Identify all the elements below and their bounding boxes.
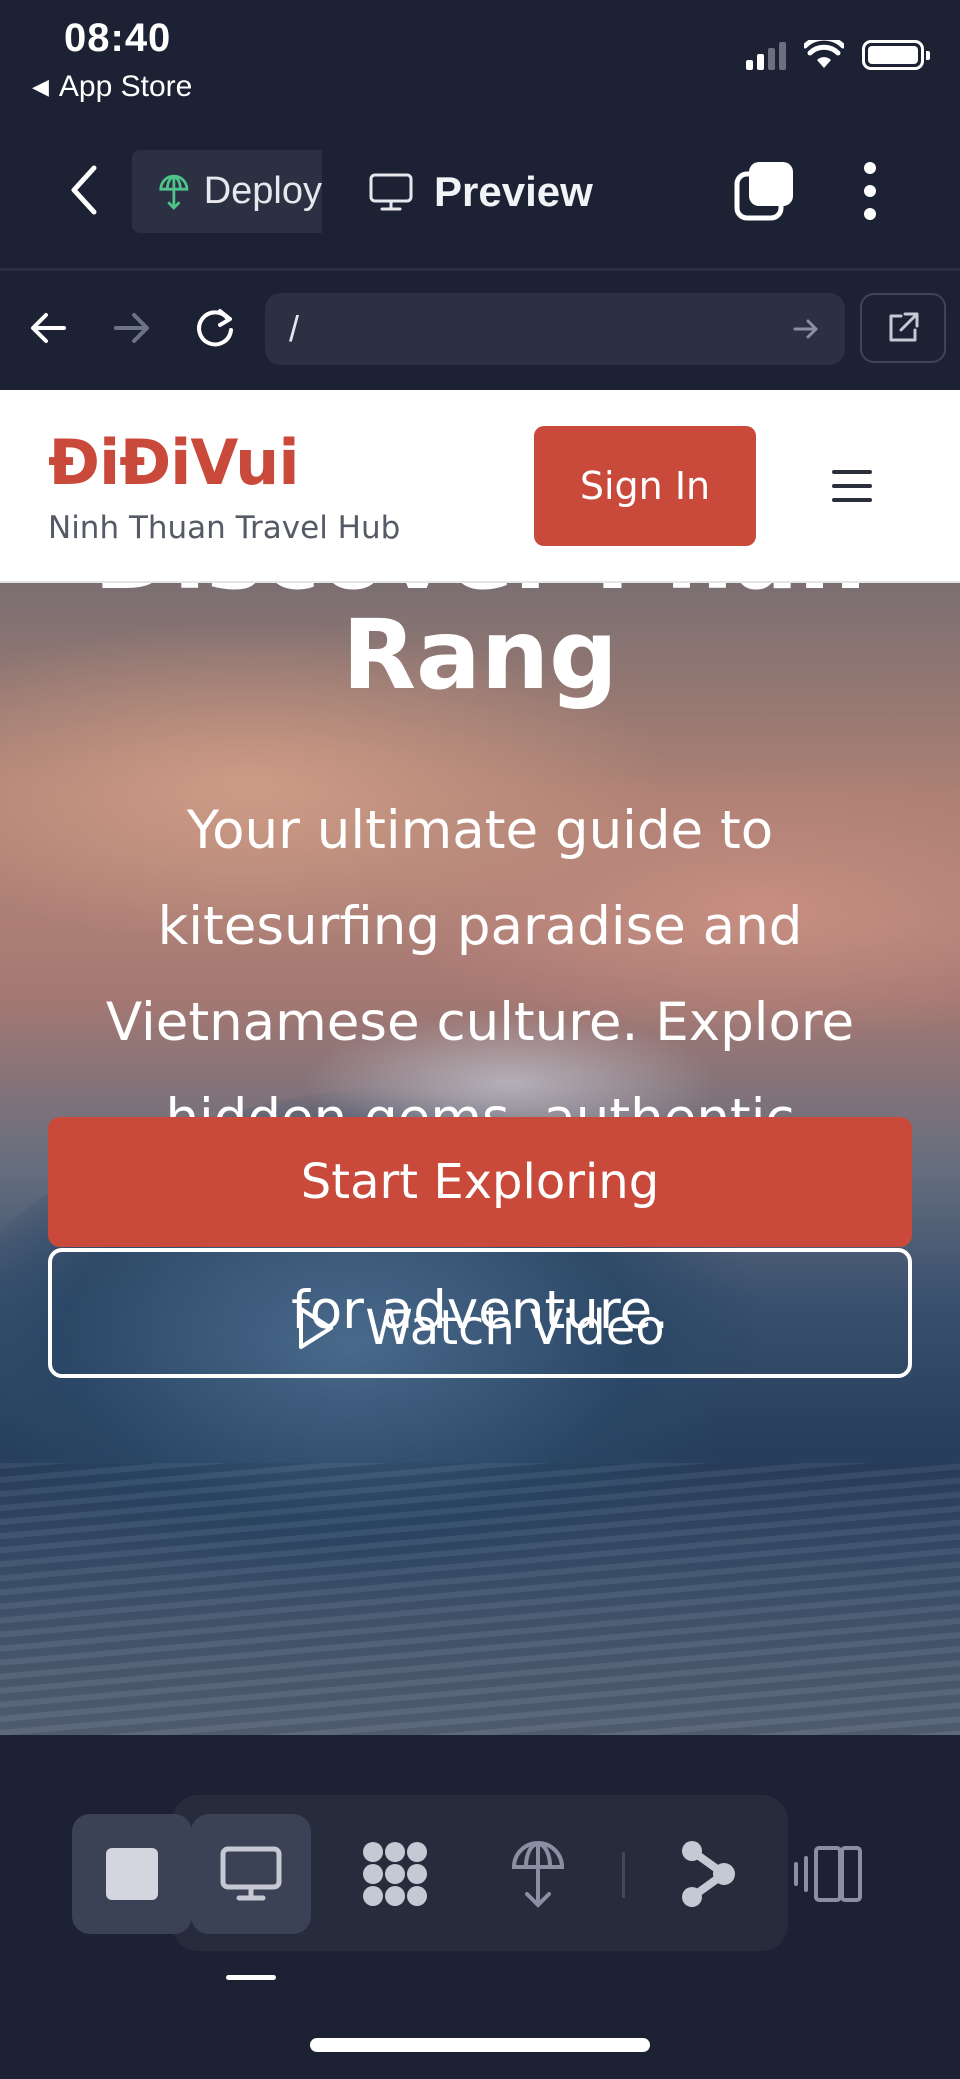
url-bar[interactable]: / bbox=[265, 293, 845, 365]
reload-icon[interactable] bbox=[190, 303, 240, 353]
status-icons bbox=[746, 40, 930, 70]
more-options-icon[interactable] bbox=[862, 162, 878, 220]
hero-title: Discover Phan Rang bbox=[94, 583, 867, 711]
site-logo[interactable]: ĐiĐiVui bbox=[48, 426, 300, 499]
site-header: ĐiĐiVui Ninh Thuan Travel Hub Sign In bbox=[0, 390, 960, 583]
branch-icon bbox=[682, 1841, 735, 1907]
tab-deploy[interactable]: Deploy bbox=[132, 150, 322, 233]
apps-grid-icon bbox=[363, 1842, 427, 1906]
back-to-app-link[interactable]: ◀ App Store bbox=[32, 70, 192, 104]
tab-deploy-label: Deploy bbox=[203, 170, 322, 212]
status-time: 08:40 bbox=[64, 16, 172, 60]
stop-icon bbox=[106, 1848, 158, 1900]
device-resize-button[interactable] bbox=[768, 1814, 888, 1934]
browser-forward-arrow-icon[interactable] bbox=[106, 303, 156, 353]
open-external-button[interactable] bbox=[860, 293, 946, 363]
start-exploring-button[interactable]: Start Exploring bbox=[48, 1117, 912, 1247]
watch-video-label: Watch Video bbox=[365, 1300, 665, 1356]
stop-button[interactable] bbox=[72, 1814, 192, 1934]
tab-preview-label: Preview bbox=[434, 167, 593, 215]
back-app-label: App Store bbox=[58, 70, 193, 103]
device-resize-icon bbox=[794, 1846, 862, 1902]
active-indicator bbox=[226, 1975, 276, 1980]
home-indicator[interactable] bbox=[310, 2038, 650, 2052]
tabs-switcher-icon[interactable] bbox=[733, 160, 795, 222]
site-tagline: Ninh Thuan Travel Hub bbox=[48, 510, 401, 546]
browser-back-arrow-icon[interactable] bbox=[24, 303, 74, 353]
toolbar-divider bbox=[0, 268, 960, 271]
deploy-icon bbox=[159, 174, 189, 210]
battery-icon bbox=[862, 40, 930, 70]
play-icon bbox=[299, 1307, 334, 1349]
back-chevron-icon[interactable] bbox=[62, 160, 106, 220]
web-preview: Discover Phan Rang Your ultimate guide t… bbox=[0, 390, 960, 1735]
go-arrow-icon[interactable] bbox=[791, 314, 821, 344]
monitor-icon bbox=[369, 173, 413, 210]
desktop-icon bbox=[220, 1846, 282, 1901]
tab-preview[interactable]: Preview bbox=[368, 150, 593, 233]
apps-grid-button[interactable] bbox=[335, 1814, 455, 1934]
hero-section: Discover Phan Rang Your ultimate guide t… bbox=[0, 583, 960, 1735]
back-triangle-icon: ◀ bbox=[32, 74, 49, 99]
deploy-icon bbox=[511, 1841, 565, 1908]
deploy-dock-button[interactable] bbox=[478, 1814, 598, 1934]
hamburger-menu-icon[interactable] bbox=[832, 470, 872, 502]
sign-in-label: Sign In bbox=[579, 464, 711, 508]
url-text[interactable]: / bbox=[289, 308, 791, 350]
cellular-signal-icon bbox=[746, 40, 786, 70]
external-link-icon bbox=[889, 312, 919, 342]
wifi-icon bbox=[804, 40, 844, 68]
desktop-view-button[interactable] bbox=[191, 1814, 311, 1934]
start-exploring-label: Start Exploring bbox=[300, 1154, 660, 1210]
dock-separator bbox=[622, 1852, 625, 1898]
branch-button[interactable] bbox=[648, 1814, 768, 1934]
watch-video-button[interactable]: Watch Video bbox=[48, 1248, 912, 1378]
hero-background-sea bbox=[0, 1463, 960, 1735]
sign-in-button[interactable]: Sign In bbox=[534, 426, 756, 546]
